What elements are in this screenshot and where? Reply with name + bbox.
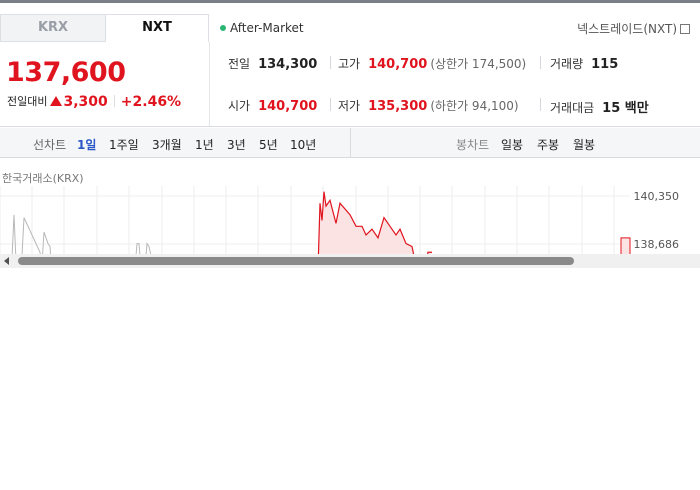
- y-tick-label: 138,686: [634, 238, 680, 251]
- period-3m[interactable]: 3개월: [152, 136, 182, 153]
- stat-turnover-label: 거래대금: [550, 101, 595, 115]
- stat-low-value: 135,300: [368, 99, 428, 114]
- nextrade-link-label: 넥스트레이드(NXT): [577, 22, 677, 36]
- stat-divider: [330, 56, 331, 69]
- tab-krx[interactable]: KRX: [0, 14, 105, 42]
- stat-high: 고가 140,700 (상한가 174,500): [338, 55, 526, 72]
- stat-lower-limit: (하한가 94,100): [430, 99, 519, 113]
- stat-turnover-value: 15 백만: [602, 101, 649, 116]
- section-divider: [0, 126, 700, 127]
- stat-prev-close-value: 134,300: [258, 57, 318, 72]
- toolbar-divider: [350, 128, 351, 158]
- change-amount: 3,300: [63, 94, 108, 110]
- stat-turnover: 거래대금 15 백만: [550, 97, 649, 116]
- up-triangle-icon: [50, 96, 63, 106]
- session-label: After-Market: [230, 21, 304, 35]
- nxt-series-area: [318, 191, 432, 256]
- nextrade-link[interactable]: 넥스트레이드(NXT): [577, 20, 690, 37]
- top-border: [0, 0, 700, 3]
- stat-open-label: 시가: [228, 99, 251, 113]
- stat-prev-close: 전일 134,300: [228, 55, 317, 72]
- stat-divider: [330, 98, 331, 111]
- period-1y[interactable]: 1년: [195, 136, 214, 153]
- tab-nxt[interactable]: NXT: [105, 14, 209, 42]
- status-dot-icon: [220, 25, 226, 31]
- exchange-tabs: KRX NXT: [0, 14, 210, 42]
- intraday-price-chart[interactable]: 140,350 138,686: [0, 186, 700, 256]
- stat-divider: [540, 98, 541, 111]
- chart-exchange-label: 한국거래소(KRX): [2, 172, 84, 185]
- chart-scrollbar[interactable]: [0, 254, 700, 268]
- period-5y[interactable]: 5년: [259, 136, 278, 153]
- stat-high-label: 고가: [338, 57, 361, 71]
- period-3y[interactable]: 3년: [227, 136, 246, 153]
- current-price: 137,600: [6, 57, 126, 88]
- change-divider: [113, 95, 115, 107]
- price-change: 전일대비 3,300 +2.46%: [7, 93, 181, 110]
- line-chart-label: 선차트: [33, 138, 67, 152]
- candle-monthly[interactable]: 월봉: [573, 136, 595, 153]
- change-label: 전일대비: [7, 95, 48, 108]
- stat-open-value: 140,700: [258, 99, 318, 114]
- stat-low: 저가 135,300 (하한가 94,100): [338, 97, 519, 114]
- candle-chart-label: 봉차트: [456, 138, 490, 152]
- stat-high-value: 140,700: [368, 57, 428, 72]
- stat-upper-limit: (상한가 174,500): [430, 57, 527, 71]
- stat-low-label: 저가: [338, 99, 361, 113]
- stat-volume-label: 거래량: [550, 57, 584, 71]
- price-divider: [209, 42, 210, 126]
- stat-volume-value: 115: [591, 57, 619, 72]
- period-10y[interactable]: 10년: [290, 136, 316, 153]
- period-1w[interactable]: 1주일: [109, 136, 139, 153]
- period-toolbar: 선차트 1일 1주일 3개월 1년 3년 5년 10년 봉차트 일봉 주봉 월봉: [0, 128, 700, 158]
- scroll-left-arrow-icon[interactable]: [4, 257, 9, 265]
- session-status: After-Market: [220, 21, 304, 35]
- change-rate: +2.46%: [120, 94, 182, 110]
- period-1d[interactable]: 1일: [77, 136, 96, 153]
- y-tick-label: 140,350: [634, 190, 680, 203]
- candle-daily[interactable]: 일봉: [501, 136, 523, 153]
- external-link-icon: [680, 24, 690, 34]
- scroll-thumb[interactable]: [18, 257, 574, 265]
- stat-prev-close-label: 전일: [228, 57, 251, 71]
- stat-divider: [540, 56, 541, 69]
- stat-volume: 거래량 115: [550, 55, 618, 72]
- candle-weekly[interactable]: 주봉: [537, 136, 559, 153]
- stat-open: 시가 140,700: [228, 97, 317, 114]
